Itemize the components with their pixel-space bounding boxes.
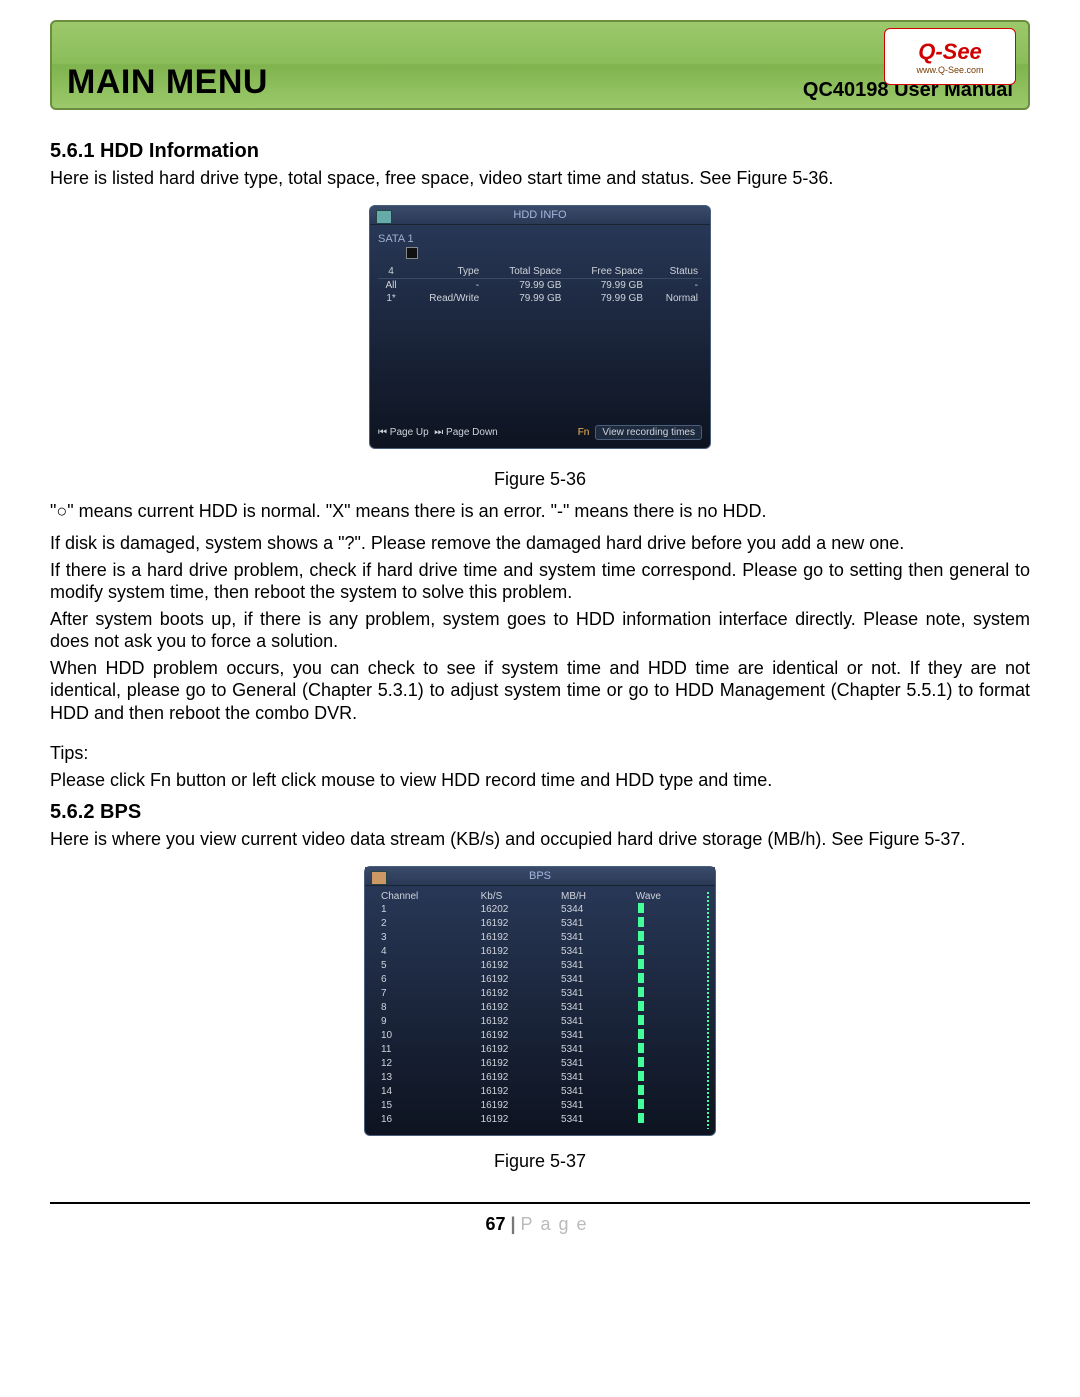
table-row: All - 79.99 GB 79.99 GB - — [378, 278, 702, 292]
sata-status-dot — [406, 247, 418, 259]
wave-bar-icon — [638, 1015, 644, 1025]
wave-bar-icon — [638, 1085, 644, 1095]
sata-label: SATA 1 — [378, 231, 702, 247]
table-row: 11161925341 — [375, 1043, 705, 1057]
hdd-col-total: Total Space — [483, 265, 565, 279]
wave-bar-icon — [638, 1029, 644, 1039]
table-row: 8161925341 — [375, 1001, 705, 1015]
hdd-para-identical: When HDD problem occurs, you can check t… — [50, 657, 1030, 725]
hdd-table: 4 Type Total Space Free Space Status All… — [378, 265, 702, 305]
table-row: 1162025344 — [375, 903, 705, 917]
hdd-para-damaged: If disk is damaged, system shows a "?". … — [50, 532, 1030, 555]
page-number: 67 — [485, 1214, 505, 1234]
wave-bar-icon — [638, 1043, 644, 1053]
table-row: 6161925341 — [375, 973, 705, 987]
hdd-panel-title: HDD INFO — [370, 206, 710, 225]
page-up-button[interactable]: ⏮ Page Up — [378, 427, 429, 438]
table-row: 7161925341 — [375, 987, 705, 1001]
table-row: 4161925341 — [375, 945, 705, 959]
page-footer: 67 | Page — [50, 1214, 1030, 1235]
bps-col-kbs: Kb/S — [475, 890, 555, 903]
bps-screenshot: BPS Channel Kb/S MB/H Wave 1162025344216… — [364, 866, 716, 1136]
drive-icon — [376, 210, 392, 224]
figure-caption-36: Figure 5-36 — [50, 469, 1030, 490]
hdd-col-index: 4 — [378, 265, 404, 279]
figure-caption-37: Figure 5-37 — [50, 1151, 1030, 1172]
wave-bar-icon — [638, 1113, 644, 1123]
section-heading-hdd: 5.6.1 HDD Information — [50, 140, 1030, 163]
wave-bar-icon — [638, 973, 644, 983]
table-row: 13161925341 — [375, 1071, 705, 1085]
tips-body: Please click Fn button or left click mou… — [50, 769, 1030, 792]
hdd-intro: Here is listed hard drive type, total sp… — [50, 167, 1030, 190]
hdd-para-boot: After system boots up, if there is any p… — [50, 608, 1030, 653]
hdd-col-status: Status — [647, 265, 702, 279]
bps-icon — [371, 871, 387, 885]
footer-separator — [50, 1202, 1030, 1204]
page-down-button[interactable]: ⏭ Page Down — [434, 427, 497, 438]
wave-bar-icon — [638, 959, 644, 969]
brand-logo: Q-See www.Q-See.com — [884, 28, 1016, 85]
table-row: 15161925341 — [375, 1099, 705, 1113]
tips-label: Tips: — [50, 742, 1030, 765]
wave-bar-icon — [638, 945, 644, 955]
section-heading-bps: 5.6.2 BPS — [50, 801, 1030, 824]
page-title: MAIN MENU — [67, 63, 268, 102]
logo-text: Q-See — [918, 39, 982, 65]
bps-col-channel: Channel — [375, 890, 475, 903]
bps-intro: Here is where you view current video dat… — [50, 828, 1030, 851]
table-row: 9161925341 — [375, 1015, 705, 1029]
table-row: 3161925341 — [375, 931, 705, 945]
bps-table: Channel Kb/S MB/H Wave 11620253442161925… — [375, 890, 705, 1127]
footer-bar: | — [505, 1214, 520, 1234]
hdd-info-screenshot: HDD INFO SATA 1 4 Type Total Space Free … — [369, 205, 711, 449]
wave-bar-icon — [638, 1001, 644, 1011]
logo-url: www.Q-See.com — [916, 65, 983, 75]
hdd-para-problem: If there is a hard drive problem, check … — [50, 559, 1030, 604]
wave-bar-icon — [638, 1099, 644, 1109]
hdd-col-free: Free Space — [565, 265, 647, 279]
wave-bar-icon — [638, 903, 644, 913]
footer-page-word: Page — [521, 1214, 595, 1234]
wave-bar-icon — [638, 931, 644, 941]
wave-bar-icon — [638, 917, 644, 927]
table-row: 5161925341 — [375, 959, 705, 973]
hdd-col-type: Type — [404, 265, 483, 279]
wave-bar-icon — [638, 1071, 644, 1081]
wave-bar-icon — [638, 987, 644, 997]
wave-bar-icon — [638, 1057, 644, 1067]
bps-col-wave: Wave — [630, 890, 705, 903]
table-row: 14161925341 — [375, 1085, 705, 1099]
header-banner: Q-See www.Q-See.com MAIN MENU QC40198 Us… — [50, 20, 1030, 110]
view-recording-times-button[interactable]: View recording times — [595, 425, 702, 440]
fn-label: Fn — [578, 427, 590, 438]
table-row: 1* Read/Write 79.99 GB 79.99 GB Normal — [378, 292, 702, 305]
table-row: 10161925341 — [375, 1029, 705, 1043]
table-row: 16161925341 — [375, 1113, 705, 1127]
bps-col-mbh: MB/H — [555, 890, 630, 903]
table-row: 12161925341 — [375, 1057, 705, 1071]
table-row: 2161925341 — [375, 917, 705, 931]
hdd-legend: "○" means current HDD is normal. "X" mea… — [50, 500, 1030, 523]
wave-indicator-strip — [707, 892, 709, 1129]
bps-panel-title: BPS — [365, 867, 715, 886]
